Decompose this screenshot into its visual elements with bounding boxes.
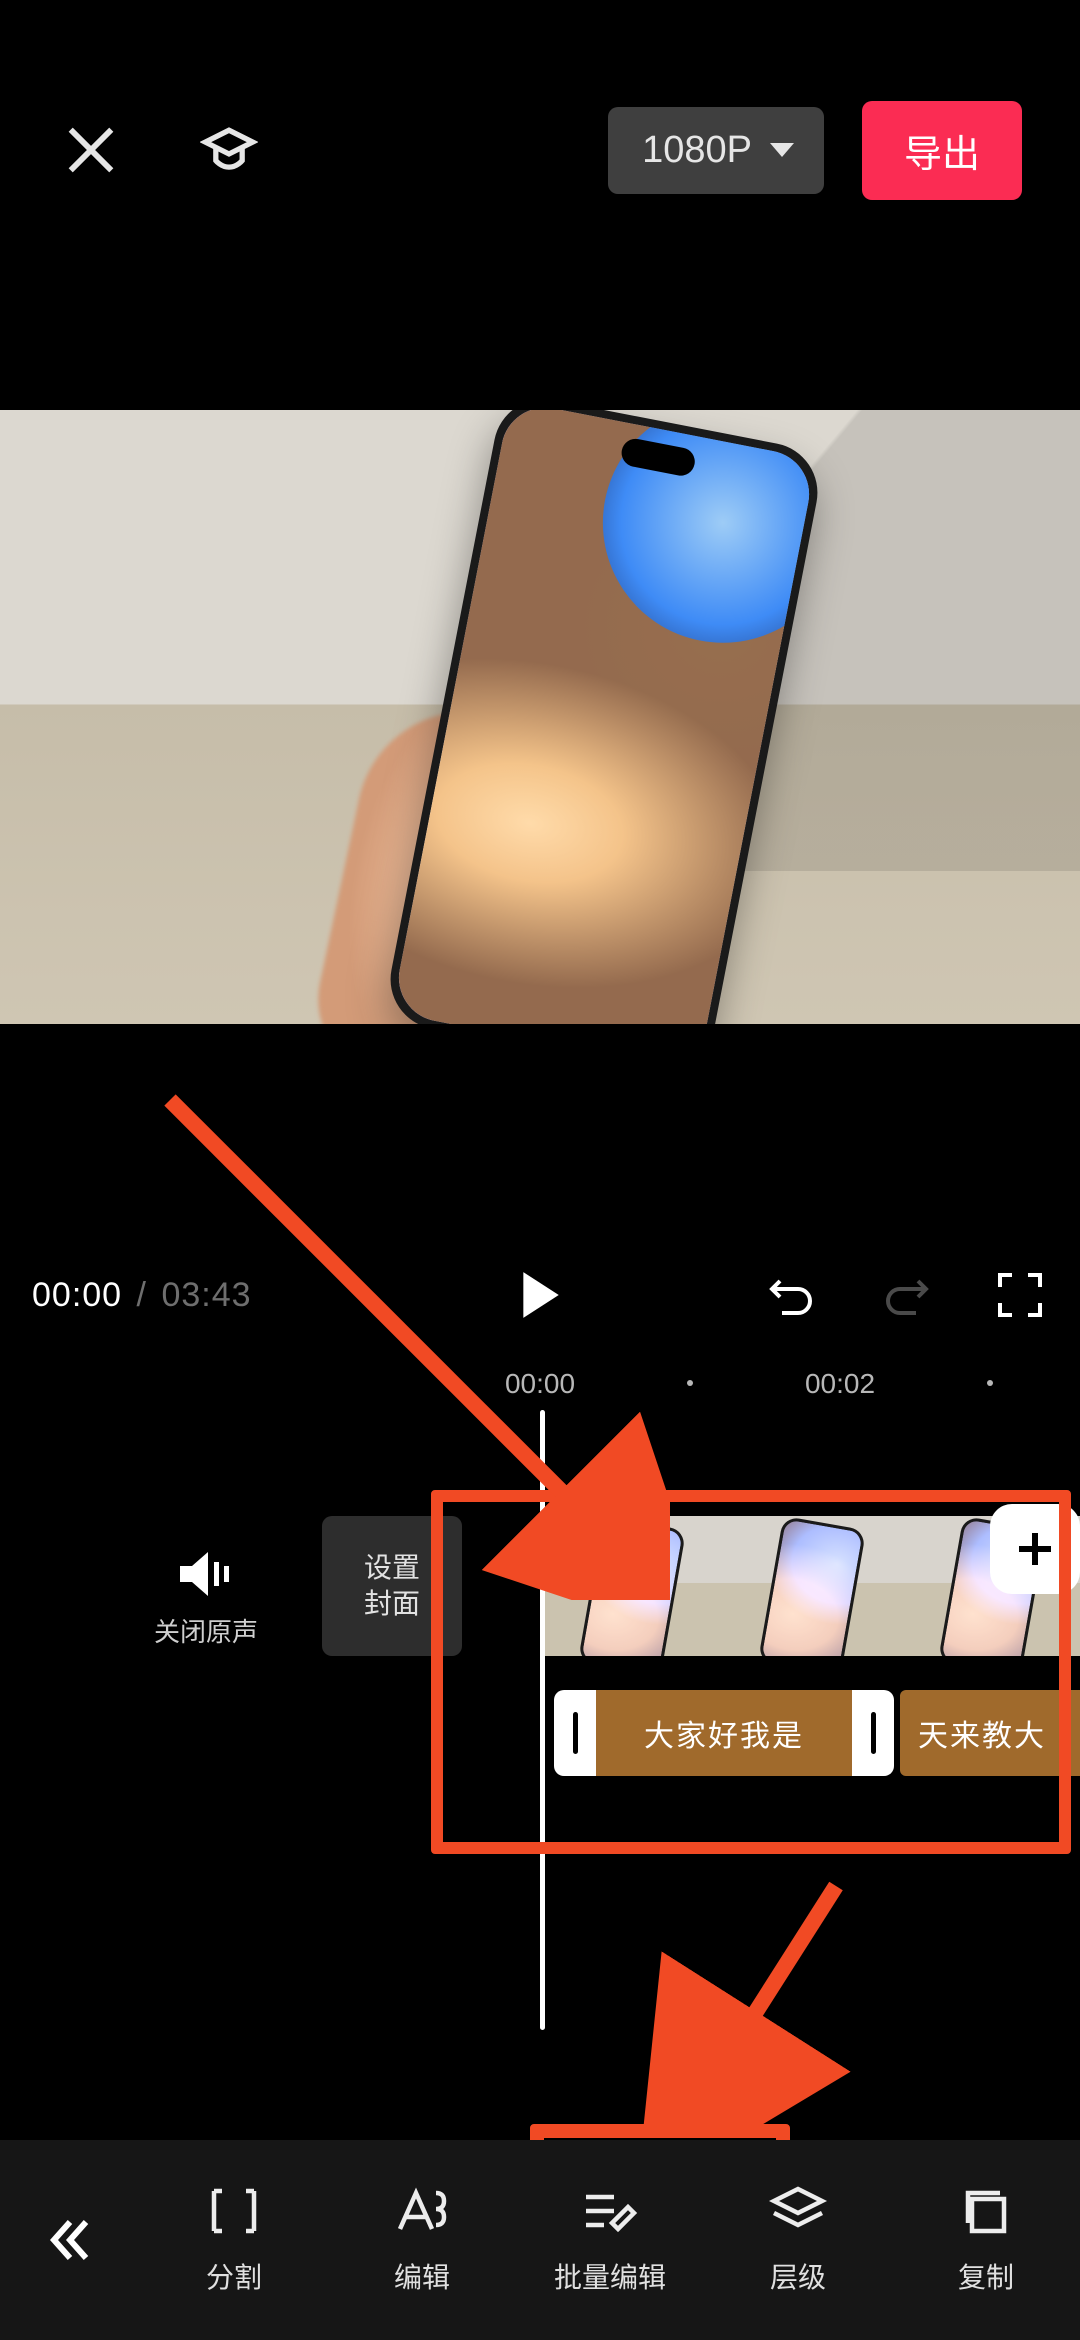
- ruler-tick-0: 00:00: [505, 1368, 575, 1400]
- text-edit-icon: [390, 2184, 454, 2238]
- tutorial-button[interactable]: [196, 117, 262, 183]
- resolution-label: 1080P: [642, 129, 752, 172]
- caption-clip[interactable]: 天来教大: [900, 1690, 1080, 1776]
- clip-thumbnail[interactable]: [542, 1516, 722, 1656]
- redo-icon: [882, 1271, 930, 1319]
- play-button[interactable]: [510, 1265, 570, 1325]
- bottom-toolbar: 分割 编辑 批量编辑 层级 复制: [0, 2140, 1080, 2340]
- playback-current-time: 00:00: [32, 1276, 122, 1314]
- toolbar-item-edit[interactable]: 编辑: [328, 2184, 516, 2296]
- header-right-group: 1080P 导出: [608, 101, 1022, 200]
- toolbar-item-batch-edit[interactable]: 批量编辑: [516, 2184, 704, 2296]
- ruler-dot: [687, 1380, 693, 1386]
- timeline-ruler[interactable]: 00:00 00:02: [0, 1362, 1080, 1406]
- playhead[interactable]: [540, 1410, 545, 2030]
- header-left-group: [58, 117, 262, 183]
- set-cover-button[interactable]: 设置 封面: [322, 1516, 462, 1656]
- video-preview[interactable]: [0, 410, 1080, 1024]
- toolbar-item-copy[interactable]: 复制: [892, 2184, 1080, 2296]
- mute-original-audio[interactable]: 关闭原声: [136, 1550, 276, 1649]
- set-cover-label: 设置 封面: [364, 1550, 420, 1622]
- close-icon: [62, 121, 120, 179]
- playback-total-time: 03:43: [161, 1276, 251, 1314]
- playback-bar: 00:00 / 03:43: [0, 1250, 1080, 1340]
- toolbar-item-label: 编辑: [394, 2256, 450, 2296]
- split-icon: [202, 2184, 266, 2238]
- export-label: 导出: [904, 134, 980, 176]
- layers-icon: [766, 2184, 830, 2238]
- chevron-double-left-icon: [46, 2216, 94, 2264]
- graduation-cap-icon: [200, 121, 258, 179]
- timeline-area[interactable]: 关闭原声 设置 封面 大家好我是 天来教大 7个: [0, 1410, 1080, 2170]
- playback-right-group: [764, 1267, 1048, 1323]
- time-separator: /: [137, 1276, 147, 1314]
- toolbar-item-label: 批量编辑: [554, 2256, 666, 2296]
- fullscreen-icon: [996, 1271, 1044, 1319]
- clip-handle-right[interactable]: [852, 1690, 894, 1776]
- caption-text: 天来教大: [918, 1711, 1046, 1755]
- playback-time: 00:00 / 03:43: [32, 1276, 252, 1315]
- caption-text: 大家好我是: [596, 1690, 852, 1776]
- playback-center: [510, 1265, 570, 1325]
- copy-icon: [954, 2184, 1018, 2238]
- batch-edit-icon: [578, 2184, 642, 2238]
- play-icon: [519, 1270, 561, 1320]
- chevron-down-icon: [770, 143, 794, 157]
- export-button[interactable]: 导出: [862, 101, 1022, 200]
- close-button[interactable]: [58, 117, 124, 183]
- mute-label: 关闭原声: [136, 1612, 276, 1649]
- ruler-dot: [987, 1380, 993, 1386]
- plus-icon: [1015, 1529, 1055, 1569]
- undo-icon: [768, 1271, 816, 1319]
- toolbar-item-label: 层级: [770, 2256, 826, 2296]
- redo-button[interactable]: [878, 1267, 934, 1323]
- top-header: 1080P 导出: [0, 90, 1080, 210]
- toolbar-item-layer[interactable]: 层级: [704, 2184, 892, 2296]
- clip-thumbnail[interactable]: [722, 1516, 902, 1656]
- toolbar-items: 分割 编辑 批量编辑 层级 复制: [140, 2184, 1080, 2296]
- speaker-icon: [136, 1550, 276, 1598]
- caption-clip-selected[interactable]: 大家好我是: [554, 1690, 894, 1776]
- toolbar-item-label: 分割: [206, 2256, 262, 2296]
- add-clip-button[interactable]: [990, 1504, 1080, 1594]
- toolbar-item-split[interactable]: 分割: [140, 2184, 328, 2296]
- toolbar-item-label: 复制: [958, 2256, 1014, 2296]
- resolution-selector[interactable]: 1080P: [608, 107, 824, 194]
- fullscreen-button[interactable]: [992, 1267, 1048, 1323]
- undo-button[interactable]: [764, 1267, 820, 1323]
- toolbar-back-button[interactable]: [0, 2140, 140, 2340]
- ruler-tick-1: 00:02: [805, 1368, 875, 1400]
- clip-handle-left[interactable]: [554, 1690, 596, 1776]
